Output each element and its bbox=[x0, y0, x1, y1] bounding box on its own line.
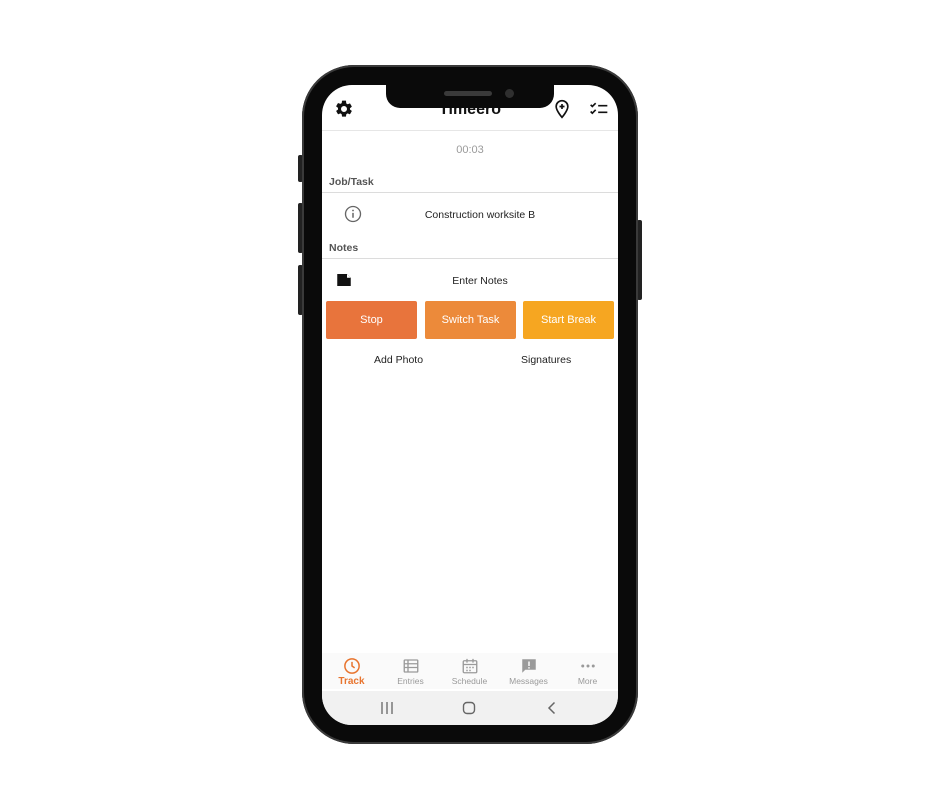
tab-more[interactable]: More bbox=[558, 653, 617, 689]
notes-label: Notes bbox=[329, 242, 359, 254]
back-icon[interactable] bbox=[544, 700, 560, 716]
home-icon[interactable] bbox=[461, 700, 477, 716]
notes-input[interactable]: Enter Notes bbox=[342, 275, 618, 287]
notch bbox=[386, 85, 554, 108]
more-icon bbox=[580, 664, 595, 668]
checklist-icon[interactable] bbox=[588, 99, 610, 119]
tab-label: Entries bbox=[397, 676, 424, 686]
bottom-nav: Track Entries Schedule Messages More bbox=[322, 653, 618, 689]
add-location-icon[interactable] bbox=[552, 99, 572, 119]
list-icon bbox=[403, 659, 418, 673]
job-task-value: Construction worksite B bbox=[424, 209, 536, 221]
notes-row[interactable]: Enter Notes bbox=[322, 263, 618, 299]
app-screen: Timeero 00:03 Job/Task Construction work… bbox=[322, 85, 618, 725]
message-icon bbox=[521, 659, 536, 673]
tab-schedule[interactable]: Schedule bbox=[440, 653, 499, 689]
system-nav-bar bbox=[322, 691, 618, 725]
tab-label: Track bbox=[338, 676, 365, 687]
start-break-button[interactable]: Start Break bbox=[523, 301, 614, 339]
switch-task-button[interactable]: Switch Task bbox=[425, 301, 516, 339]
tab-label: More bbox=[577, 676, 598, 686]
job-task-row[interactable]: Construction worksite B bbox=[322, 197, 618, 233]
clock-icon bbox=[343, 658, 360, 674]
tab-track[interactable]: Track bbox=[322, 653, 381, 689]
tab-label: Schedule bbox=[451, 676, 488, 686]
signatures-link[interactable]: Signatures bbox=[521, 354, 571, 366]
job-task-label: Job/Task bbox=[329, 176, 374, 188]
stop-button[interactable]: Stop bbox=[326, 301, 417, 339]
front-camera bbox=[505, 89, 514, 98]
calendar-icon bbox=[462, 658, 477, 674]
divider bbox=[322, 192, 618, 193]
tab-entries[interactable]: Entries bbox=[381, 653, 440, 689]
tab-label: Messages bbox=[509, 676, 548, 686]
speaker bbox=[444, 91, 492, 96]
add-photo-link[interactable]: Add Photo bbox=[374, 354, 423, 366]
divider bbox=[322, 258, 618, 259]
elapsed-timer: 00:03 bbox=[456, 144, 484, 156]
tab-messages[interactable]: Messages bbox=[499, 653, 558, 689]
recent-apps-icon[interactable] bbox=[379, 700, 395, 716]
